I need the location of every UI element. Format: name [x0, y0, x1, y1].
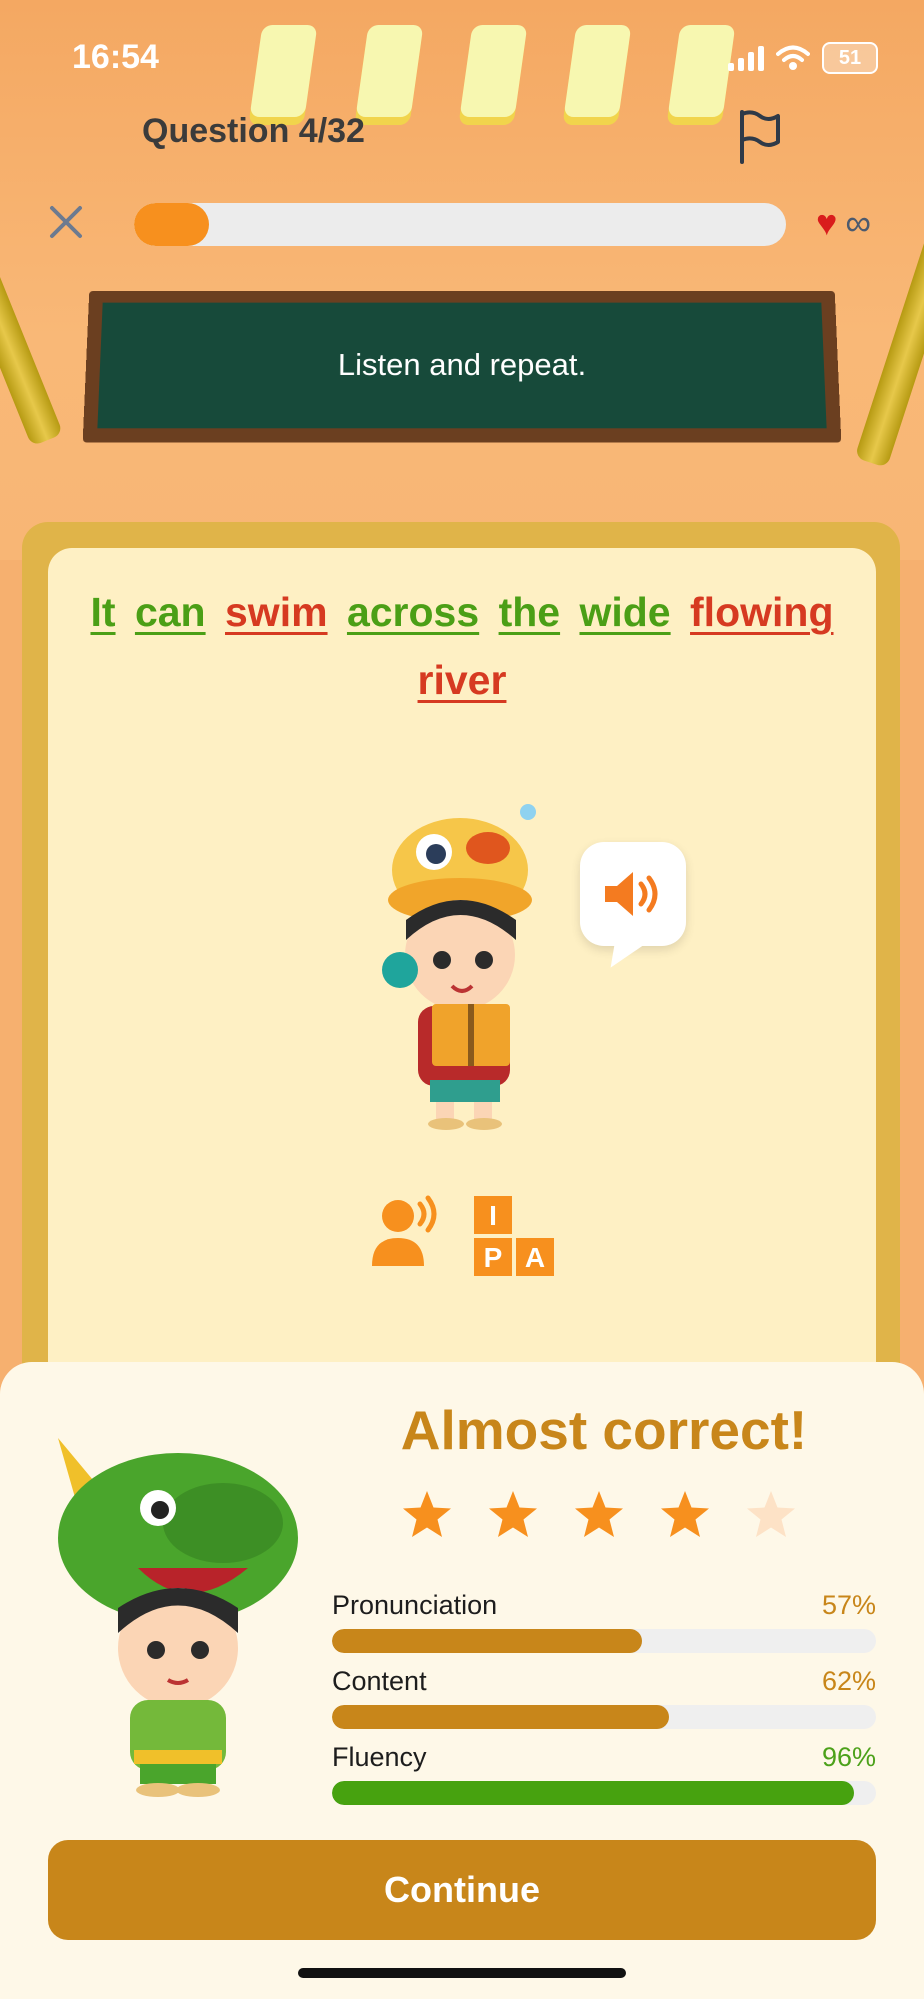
- status-bar: 16:54 51: [0, 0, 924, 110]
- speaking-person-icon[interactable]: [368, 1194, 440, 1268]
- metric-bar: [332, 1781, 876, 1805]
- metric-label: Pronunciation: [332, 1590, 498, 1620]
- home-indicator[interactable]: [298, 1968, 626, 1978]
- kid-mascot-illustration: [382, 804, 536, 1130]
- metric-value: 57%: [821, 1590, 876, 1620]
- play-audio-button[interactable]: [580, 842, 686, 946]
- metric-content: Content 62%: [332, 1666, 876, 1729]
- progress-fill: [134, 203, 209, 246]
- metric-value: 62%: [821, 1666, 876, 1696]
- metric-bar: [332, 1629, 876, 1653]
- sentence-word: across: [346, 589, 480, 635]
- sentence-word: swim: [225, 589, 328, 635]
- sentence-word: can: [134, 589, 206, 635]
- star-filled-icon: [403, 1491, 451, 1537]
- instruction-text: Listen and repeat.: [97, 302, 827, 429]
- sentence-word: flowing: [690, 589, 834, 635]
- lives-indicator: ♥ ∞: [816, 205, 871, 241]
- lives-count: ∞: [845, 202, 872, 243]
- target-sentence: It can swim across the wide flowing river: [48, 578, 876, 714]
- metric-bar: [332, 1705, 876, 1729]
- metric-label: Content: [332, 1666, 427, 1696]
- ipa-letter-i: I: [489, 1200, 497, 1231]
- report-flag-icon[interactable]: [734, 108, 784, 164]
- metric-bar-fill: [332, 1705, 670, 1729]
- signal-icon: [728, 45, 764, 71]
- dragon-mascot-illustration: [58, 1438, 298, 1797]
- ipa-letter-p: P: [484, 1242, 503, 1273]
- sentence-word: river: [417, 657, 507, 703]
- star-filled-icon: [661, 1491, 709, 1537]
- ipa-blocks-icon[interactable]: I P A: [470, 1194, 558, 1278]
- question-progress-bar: [134, 203, 786, 246]
- metric-value: 96%: [821, 1742, 876, 1772]
- speaker-icon: [605, 872, 658, 916]
- star-empty-icon: [747, 1491, 795, 1537]
- metric-label: Fluency: [332, 1742, 427, 1772]
- metric-pronunciation: Pronunciation 57%: [332, 1590, 876, 1653]
- sentence-word: wide: [579, 589, 671, 635]
- continue-button[interactable]: Continue: [48, 1840, 876, 1940]
- status-icons: 51: [728, 42, 878, 74]
- metric-bar-fill: [332, 1629, 643, 1653]
- wifi-icon: [776, 45, 810, 70]
- sentence-word: the: [498, 589, 561, 635]
- ipa-letter-a: A: [525, 1242, 545, 1273]
- battery-icon: 51: [822, 42, 878, 74]
- star-filled-icon: [489, 1491, 537, 1537]
- star-rating: [400, 1488, 798, 1542]
- result-title: Almost correct!: [400, 1399, 808, 1461]
- status-time: 16:54: [72, 38, 159, 76]
- close-icon[interactable]: [44, 200, 88, 244]
- metric-bar-fill: [332, 1781, 855, 1805]
- star-filled-icon: [575, 1491, 623, 1537]
- metric-fluency: Fluency 96%: [332, 1742, 876, 1805]
- question-counter: Question 4/32: [142, 112, 365, 150]
- sentence-word: It: [90, 589, 116, 635]
- chalkboard: Listen and repeat.: [82, 290, 842, 443]
- heart-icon: ♥: [816, 202, 838, 243]
